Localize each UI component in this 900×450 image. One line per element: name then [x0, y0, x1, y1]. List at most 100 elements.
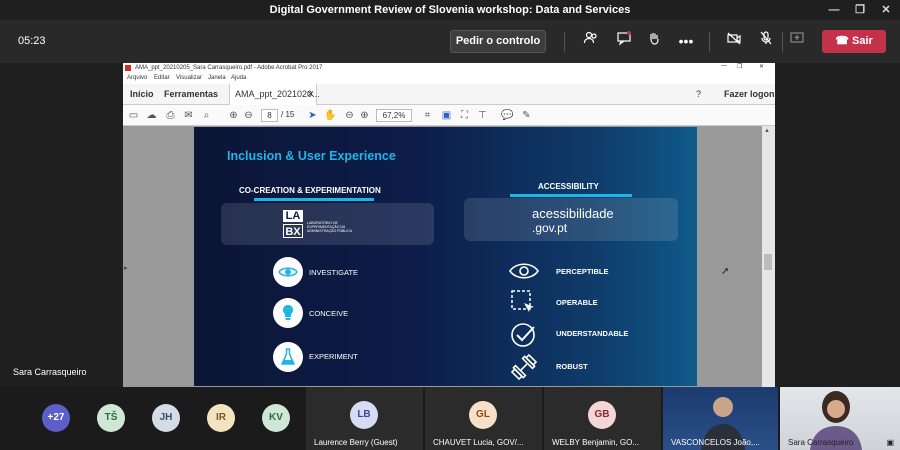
participant-gallery: +27 TŠ JH IR KV LB Laurence Berry (Guest…	[0, 387, 900, 450]
pdf-viewer: ▸ Inclusion & User Experience CO-CREATIO…	[123, 126, 775, 387]
pen-icon[interactable]: ✎	[520, 109, 533, 122]
zoom-select[interactable]: 67,2%	[376, 109, 412, 122]
labx-logo-card: LA BX LABORATÓRIO DE EXPERIMENTAÇÃO DA A…	[221, 203, 434, 245]
crop-icon[interactable]: ⌗	[421, 109, 434, 122]
page-number-input[interactable]: 8	[261, 109, 278, 122]
understandable-check-icon	[511, 323, 535, 347]
phone-hangup-icon: ☎	[835, 35, 852, 47]
right-heading: ACCESSIBILITY	[538, 182, 599, 191]
acc-logo-main: acessibilidade	[532, 206, 614, 221]
menu-visualizar[interactable]: Visualizar	[176, 75, 202, 81]
acc-logo-domain: .gov.pt	[532, 221, 568, 235]
more-options-icon[interactable]: •••	[675, 30, 697, 52]
page-down-icon[interactable]: ⊖	[242, 109, 255, 122]
participant-name: VASCONCELOS João,...	[671, 438, 760, 447]
participant-tile[interactable]: GB WELBY Benjamin, GO...	[544, 387, 661, 450]
avatar[interactable]: TŠ	[97, 404, 125, 432]
comment-icon[interactable]: 💬	[501, 109, 514, 122]
avatar[interactable]: JH	[152, 404, 180, 432]
login-link[interactable]: Fazer logon	[724, 89, 775, 99]
right-item-robust: ROBUST	[556, 362, 588, 371]
acrobat-menu-bar: Arquivo Editar Visualizar Janela Ajuda	[123, 74, 775, 84]
participant-name: WELBY Benjamin, GO...	[552, 438, 639, 447]
vertical-scrollbar[interactable]: ▲	[762, 126, 775, 387]
participant-name: CHAUVET Lucia, GOV/...	[433, 438, 524, 447]
acrobat-toolbar: ▭ ☁ ⎙ ✉ ⌕ ⊕ ⊖ 8 / 15 ➤ ✋ ⊖ ⊕ 67,2% ⌗ ▣ ⛶…	[123, 105, 775, 126]
zoom-out-icon[interactable]: ⊖	[343, 109, 356, 122]
lightbulb-icon	[283, 305, 293, 320]
robust-dumbbell-icon	[510, 353, 538, 381]
participants-icon[interactable]	[580, 30, 602, 52]
tab-inicio[interactable]: Início	[130, 89, 154, 99]
avatar: GB	[588, 401, 616, 429]
acrobat-close-icon[interactable]: ✕	[759, 63, 764, 70]
avatar[interactable]: KV	[262, 404, 290, 432]
stamp-icon[interactable]: ⊤	[476, 109, 489, 122]
toolbar-divider	[709, 32, 710, 52]
share-screen-icon[interactable]	[786, 30, 808, 52]
participant-tile[interactable]: LB Laurence Berry (Guest)	[306, 387, 423, 450]
labx-caption: LABORATÓRIO DE EXPERIMENTAÇÃO DA ADMINIS…	[307, 221, 353, 233]
screen-share-indicator-icon: ▣	[886, 438, 894, 447]
menu-janela[interactable]: Janela	[208, 75, 226, 81]
page-total: / 15	[281, 110, 295, 119]
upload-icon[interactable]: ☁	[145, 109, 158, 122]
mic-off-icon[interactable]	[755, 30, 777, 52]
eye-icon	[278, 267, 298, 277]
labx-logo-bottom: BX	[283, 224, 303, 238]
full-screen-icon[interactable]: ⛶	[458, 109, 471, 122]
scroll-up-icon[interactable]: ▲	[764, 128, 770, 134]
acrobat-minimize-icon[interactable]: —	[721, 63, 727, 69]
menu-editar[interactable]: Editar	[154, 75, 170, 81]
chat-icon[interactable]	[613, 30, 635, 52]
print-icon[interactable]: ⎙	[164, 109, 177, 122]
camera-off-icon[interactable]	[723, 30, 745, 52]
acrobat-restore-icon[interactable]: ❐	[737, 63, 742, 70]
leave-button[interactable]: ☎ Sair	[822, 30, 886, 53]
menu-arquivo[interactable]: Arquivo	[127, 75, 147, 81]
more-participants-badge[interactable]: +27	[42, 404, 70, 432]
hand-tool-icon[interactable]: ✋	[324, 109, 337, 122]
restore-icon[interactable]: ❐	[852, 2, 868, 18]
fit-page-icon[interactable]: ▣	[440, 109, 453, 122]
leave-label: Sair	[851, 35, 873, 47]
tab-document[interactable]: AMA_ppt_2021020... ✕	[229, 84, 320, 105]
right-heading-underline	[510, 194, 632, 197]
slide-page: Inclusion & User Experience CO-CREATION …	[194, 127, 697, 386]
email-icon[interactable]: ✉	[182, 109, 195, 122]
scrollbar-thumb[interactable]	[764, 254, 772, 270]
help-icon[interactable]: ?	[696, 89, 701, 99]
page-up-icon[interactable]: ⊕	[227, 109, 240, 122]
zoom-in-icon[interactable]: ⊕	[358, 109, 371, 122]
search-icon[interactable]: ⌕	[200, 109, 213, 122]
right-item-perceptible: PERCEPTIBLE	[556, 267, 609, 276]
participant-tile[interactable]: GL CHAUVET Lucia, GOV/...	[425, 387, 542, 450]
investigate-circle	[273, 257, 303, 287]
avatar: GL	[469, 401, 497, 429]
select-cursor-icon[interactable]: ➤	[306, 109, 319, 122]
close-icon[interactable]: ✕	[878, 2, 894, 18]
left-item-experiment: EXPERIMENT	[309, 352, 358, 361]
avatar[interactable]: IR	[207, 404, 235, 432]
mouse-cursor-icon: ➚	[721, 266, 730, 277]
raise-hand-icon[interactable]	[643, 30, 665, 52]
left-panel-toggle-icon[interactable]: ▸	[124, 264, 128, 272]
acrobat-title: AMA_ppt_20210205_Sara Carrasqueiro.pdf -…	[135, 65, 323, 71]
window-title: Digital Government Review of Slovenia wo…	[269, 4, 631, 16]
window-title-bar: Digital Government Review of Slovenia wo…	[0, 0, 900, 20]
save-icon[interactable]: ▭	[127, 109, 140, 122]
request-control-button[interactable]: Pedir o controlo	[450, 30, 546, 53]
minimize-icon[interactable]: —	[826, 2, 842, 18]
right-item-understandable: UNDERSTANDABLE	[556, 329, 629, 338]
participant-name: Sara Carrasqueiro	[788, 438, 854, 447]
meeting-toolbar: 05:23 Pedir o controlo ••• ☎ Sair	[0, 20, 900, 63]
toolbar-divider	[564, 32, 565, 52]
menu-ajuda[interactable]: Ajuda	[231, 75, 246, 81]
tab-ferramentas[interactable]: Ferramentas	[164, 89, 218, 99]
left-item-investigate: INVESTIGATE	[309, 268, 359, 277]
participant-video[interactable]: Sara Carrasqueiro ▣	[780, 387, 900, 450]
pdf-app-icon	[125, 65, 131, 71]
participant-video[interactable]: VASCONCELOS João,...	[663, 387, 778, 450]
tab-close-icon[interactable]: ✕	[307, 89, 315, 100]
left-item-conceive: CONCEIVE	[309, 309, 349, 318]
